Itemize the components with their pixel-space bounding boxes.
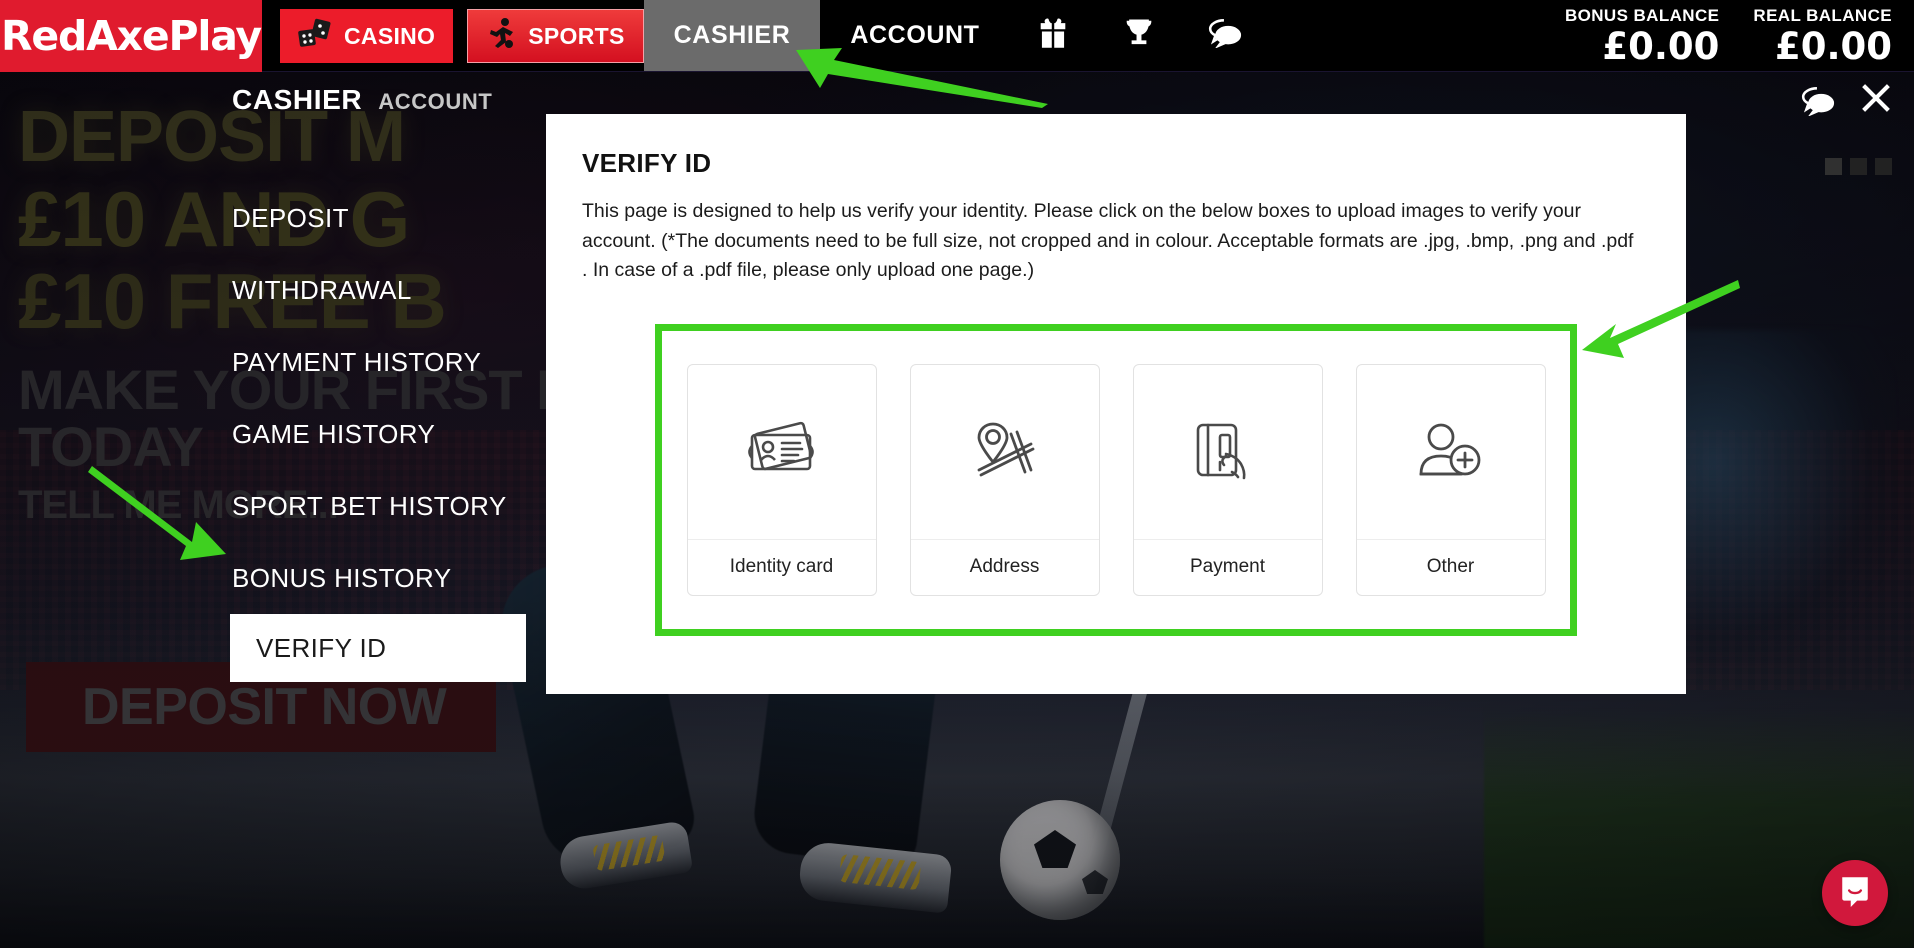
bonus-balance-value: £0.00 xyxy=(1602,25,1720,68)
modal-description: This page is designed to help us verify … xyxy=(582,200,1634,282)
upload-options-highlight: Identity card Address Payment Other xyxy=(655,323,1577,636)
brand-logo[interactable]: RedAxePlay xyxy=(0,0,262,72)
upload-card-other[interactable]: Other xyxy=(1355,363,1546,596)
window-control-3[interactable] xyxy=(1875,158,1892,175)
upload-label-address: Address xyxy=(910,538,1099,595)
balance-group: BONUS BALANCE £0.00 REAL BALANCE £0.00 xyxy=(1565,0,1914,71)
panel-chat-button[interactable] xyxy=(1800,86,1836,116)
window-controls[interactable] xyxy=(1825,158,1892,175)
sidebar-item-verify-id[interactable]: VERIFY ID xyxy=(230,614,526,682)
panel-tools xyxy=(1800,82,1892,119)
sidebar-item-game-history[interactable]: GAME HISTORY xyxy=(232,398,532,470)
sidebar-item-withdrawal[interactable]: WITHDRAWAL xyxy=(232,254,532,326)
dice-icon xyxy=(298,18,332,54)
window-control-2[interactable] xyxy=(1850,158,1867,175)
nav-tab-cashier[interactable]: CASHIER xyxy=(643,0,821,71)
runner-icon xyxy=(486,17,516,55)
real-balance: REAL BALANCE £0.00 xyxy=(1753,6,1892,65)
gift-icon xyxy=(1038,17,1068,54)
top-navigation-bar: RedAxePlay CASINO SPORTS CASHIER ACCOUNT… xyxy=(0,0,1914,72)
app-root: DEPOSIT M £10 AND G £10 FREE B MAKE YOUR… xyxy=(0,0,1914,948)
window-control-1[interactable] xyxy=(1825,158,1842,175)
nav-casino-button[interactable]: CASINO xyxy=(280,9,454,63)
panel-subtitle[interactable]: ACCOUNT xyxy=(378,89,492,115)
nav-tournaments-trophy[interactable] xyxy=(1096,0,1182,71)
intercom-launcher-button[interactable] xyxy=(1822,860,1888,926)
nav-casino-label: CASINO xyxy=(344,22,436,49)
upload-options-row: Identity card Address Payment Other xyxy=(686,363,1546,596)
verify-id-modal: VERIFY ID This page is designed to help … xyxy=(546,114,1686,694)
upload-label-other: Other xyxy=(1356,538,1545,595)
real-balance-value: £0.00 xyxy=(1774,25,1892,68)
nav-tab-account[interactable]: ACCOUNT xyxy=(820,0,1009,71)
trophy-icon xyxy=(1124,17,1154,54)
chat-bubbles-icon xyxy=(1207,18,1243,53)
sidebar-item-deposit[interactable]: DEPOSIT xyxy=(232,182,532,254)
bonus-balance-label: BONUS BALANCE xyxy=(1564,6,1720,25)
intercom-chat-icon xyxy=(1838,874,1872,913)
nav-sports-label: SPORTS xyxy=(528,22,625,49)
nav-promotions-gift[interactable] xyxy=(1010,0,1096,71)
upload-card-identity-card[interactable]: Identity card xyxy=(686,363,877,596)
nav-chat-icon-button[interactable] xyxy=(1182,0,1268,71)
modal-title: VERIFY ID xyxy=(582,148,712,178)
real-balance-label: REAL BALANCE xyxy=(1753,6,1892,25)
close-x-icon xyxy=(1860,82,1892,119)
upload-label-identity-card: Identity card xyxy=(687,538,876,595)
id-card-icon xyxy=(688,365,876,539)
panel-header: CASHIER ACCOUNT xyxy=(232,84,492,116)
map-pin-icon xyxy=(911,365,1099,539)
panel-title: CASHIER xyxy=(232,84,363,115)
upload-card-payment[interactable]: Payment xyxy=(1132,363,1323,596)
cashier-sidebar: DEPOSIT WITHDRAWAL PAYMENT HISTORY GAME … xyxy=(230,182,532,682)
bonus-balance: BONUS BALANCE £0.00 xyxy=(1565,6,1719,65)
credit-card-hand-icon xyxy=(1134,365,1322,539)
upload-label-payment: Payment xyxy=(1133,538,1322,595)
sidebar-item-bonus-history[interactable]: BONUS HISTORY xyxy=(232,542,532,614)
panel-close-button[interactable] xyxy=(1860,82,1892,119)
person-plus-icon xyxy=(1357,365,1545,539)
sidebar-item-sport-bet-history[interactable]: SPORT BET HISTORY xyxy=(232,470,532,542)
upload-card-address[interactable]: Address xyxy=(909,363,1100,596)
nav-sports-button[interactable]: SPORTS xyxy=(467,9,644,63)
sidebar-item-payment-history[interactable]: PAYMENT HISTORY xyxy=(232,326,532,398)
